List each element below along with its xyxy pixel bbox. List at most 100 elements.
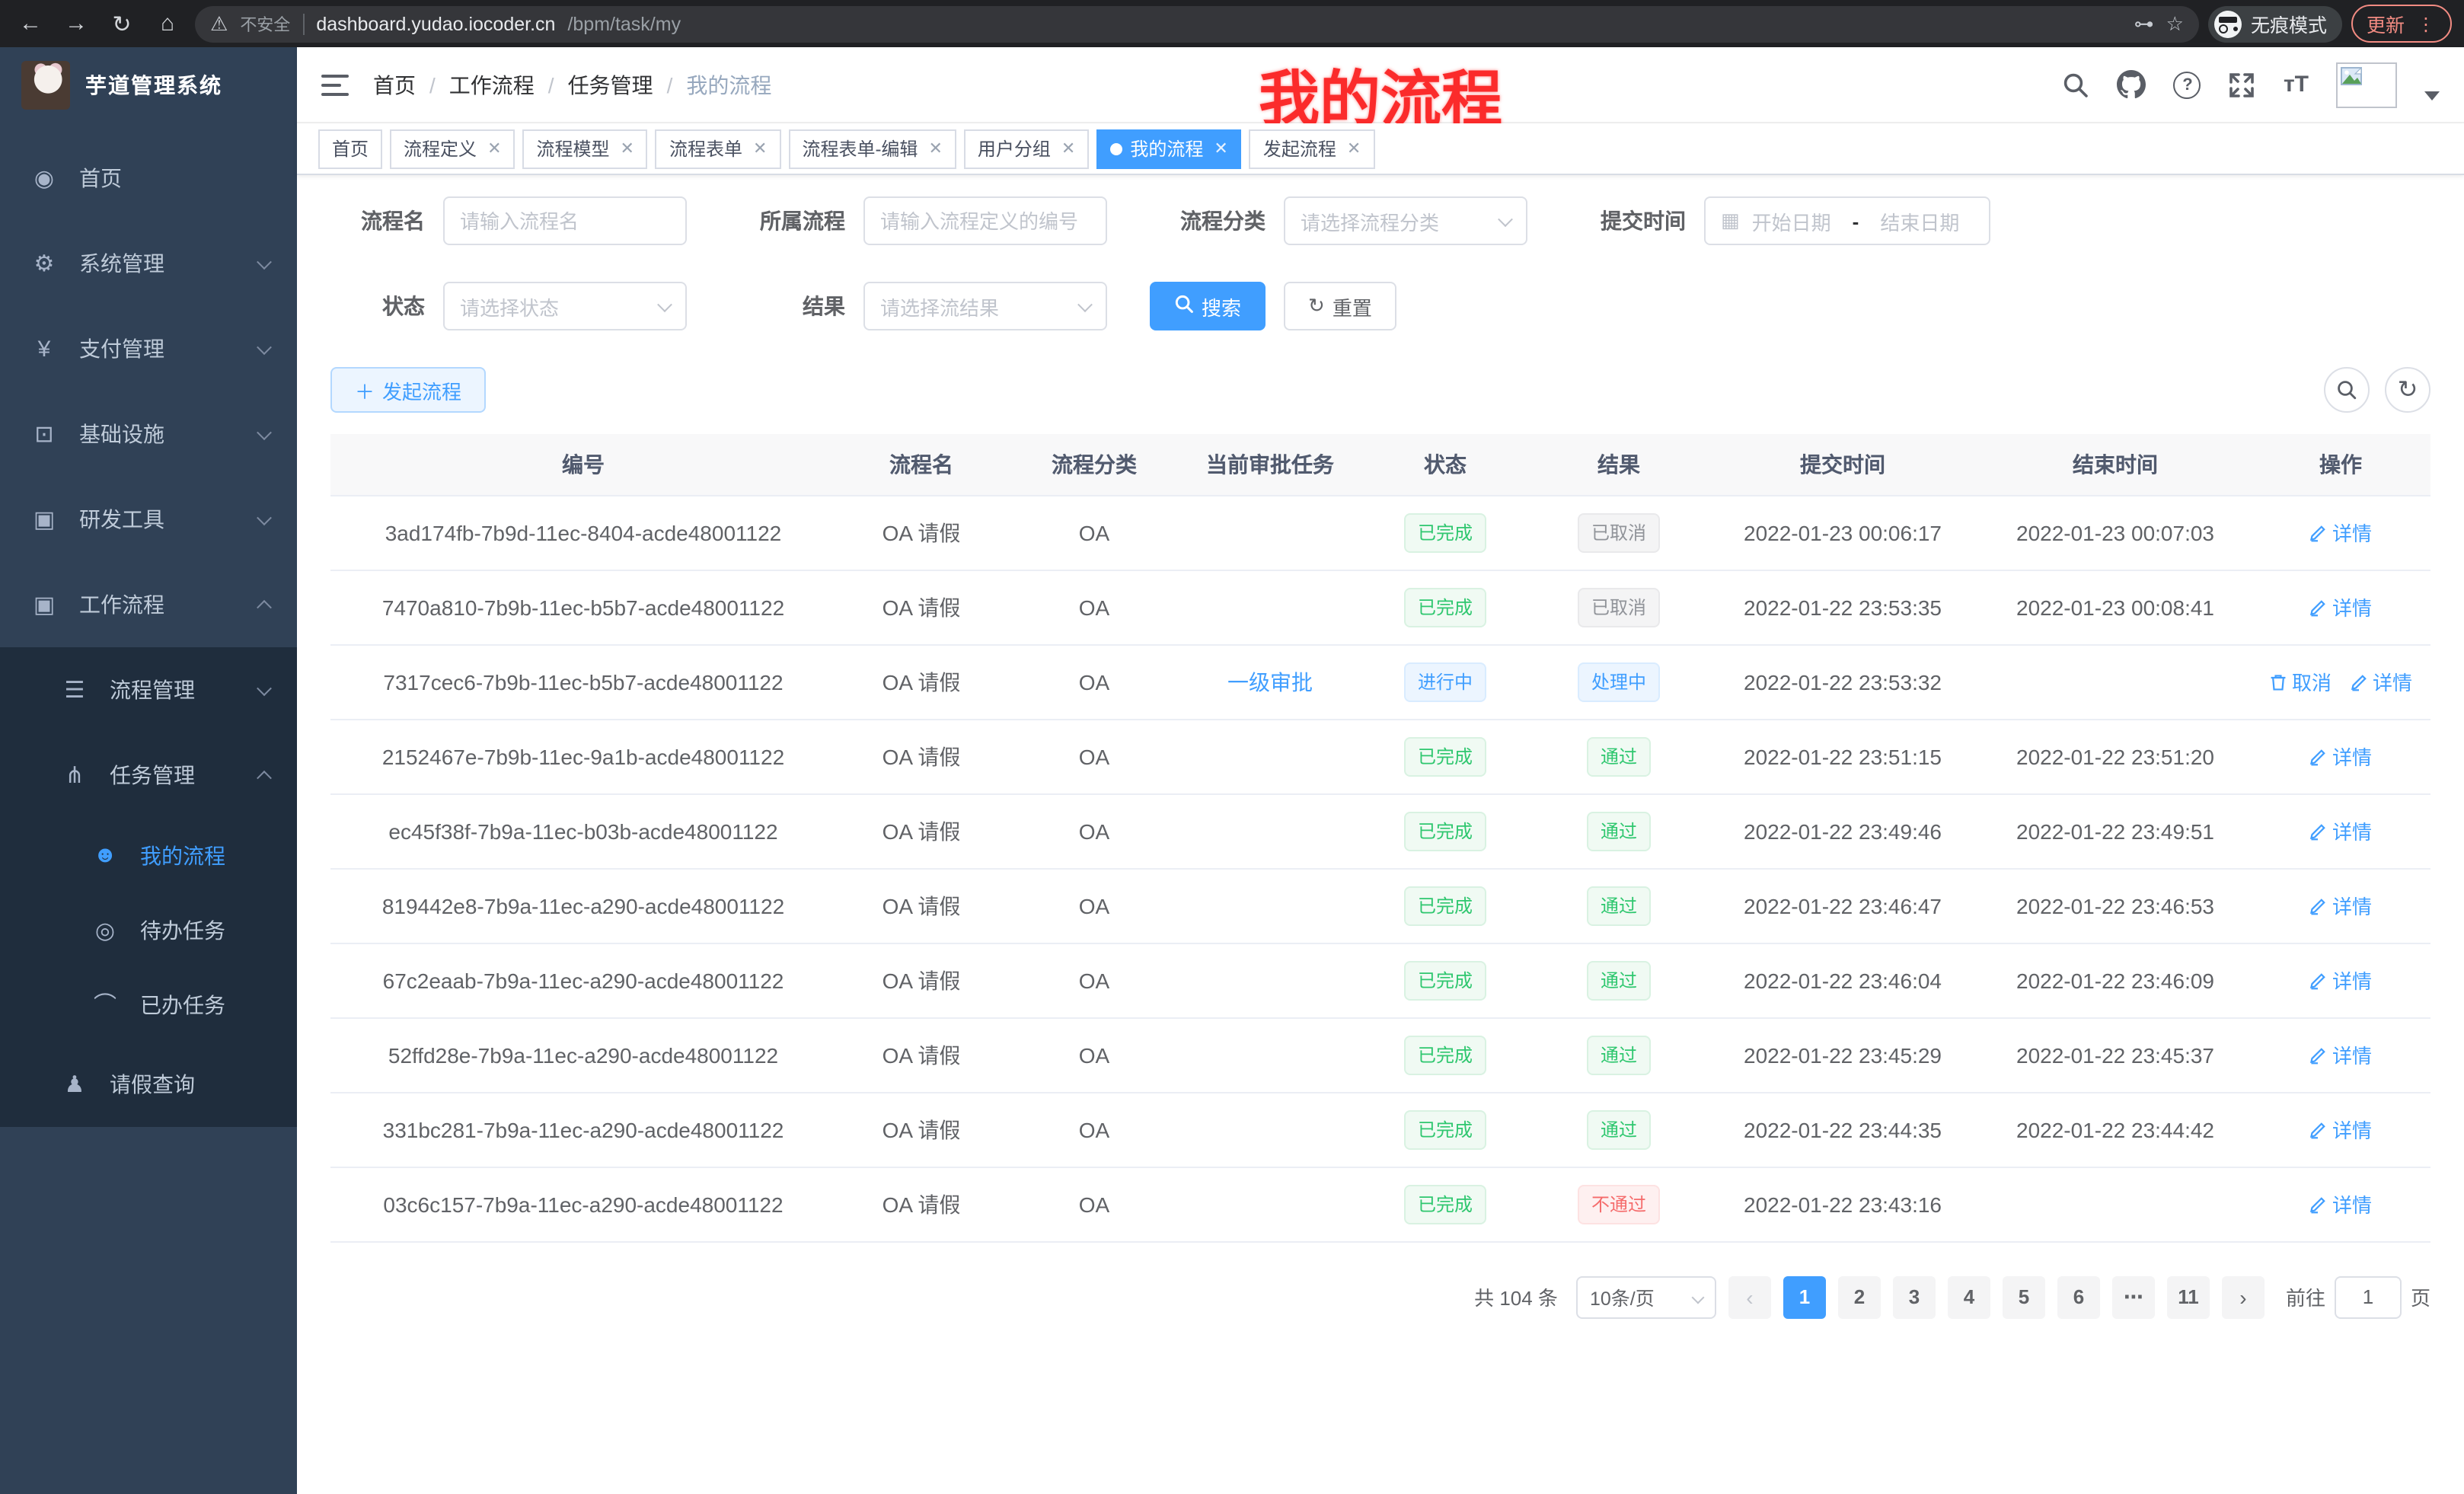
name-input[interactable] [460,209,670,232]
chevron-down-icon [1691,1291,1704,1304]
more-pages-button[interactable]: ⋯ [2112,1275,2155,1318]
tab-5[interactable]: 用户分组 ✕ [964,129,1089,168]
home-icon[interactable]: ⌂ [149,5,186,42]
prev-page-button[interactable]: ‹ [1728,1275,1771,1318]
breadcrumb-task[interactable]: 任务管理 [568,69,653,100]
browser-menu-icon[interactable]: ⋮ [2417,13,2437,34]
detail-link[interactable]: 详情 [2309,742,2372,771]
tab-6[interactable]: 我的流程✕ [1096,129,1241,168]
avatar[interactable] [2336,62,2397,107]
page-button-6[interactable]: 6 [2057,1275,2100,1318]
back-icon[interactable]: ← [12,5,49,42]
row-status: 进行中 [1358,644,1532,719]
sidebar-item-2[interactable]: ¥支付管理 [0,306,297,391]
date-range-picker[interactable]: ▦ 开始日期 - 结束日期 [1704,196,1990,245]
sidebar-item-10[interactable]: ⌒已办任务 [0,967,297,1042]
github-icon[interactable] [2118,70,2146,99]
row-process-name: OA 请假 [836,1017,1007,1092]
password-key-icon[interactable]: ⊶ [2134,11,2154,36]
sidebar-logo[interactable]: 芋道管理系统 [0,47,297,123]
tab-label: 用户分组 [978,136,1051,161]
detail-link[interactable]: 详情 [2309,1040,2372,1069]
row-current-task [1182,1167,1358,1241]
date-end-placeholder[interactable]: 结束日期 [1880,206,1959,235]
page-button-1[interactable]: 1 [1783,1275,1826,1318]
detail-link[interactable]: 详情 [2309,592,2372,621]
close-icon[interactable]: ✕ [1347,139,1361,158]
sidebar-item-4[interactable]: ▣研发工具 [0,477,297,562]
search-icon[interactable] [2063,71,2090,98]
row-submit-time: 2022-01-22 23:53:32 [1706,644,1980,719]
font-size-icon[interactable]: ᴛT [2284,72,2309,97]
page-button-4[interactable]: 4 [1948,1275,1990,1318]
reset-button[interactable]: ↻ 重置 [1284,282,1396,330]
reload-icon[interactable]: ↻ [104,5,140,42]
tab-4[interactable]: 流程表单-编辑✕ [788,129,956,168]
tab-2[interactable]: 流程模型✕ [523,129,648,168]
category-select[interactable]: 请选择流程分类 [1284,196,1527,245]
tab-1[interactable]: 流程定义✕ [390,129,515,168]
url-host: dashboard.yudao.iocoder.cn [316,13,555,34]
sidebar-item-5[interactable]: ▣工作流程 [0,562,297,647]
detail-link[interactable]: 详情 [2309,891,2372,920]
task-link[interactable]: 一级审批 [1227,669,1313,694]
detail-link[interactable]: 详情 [2350,667,2412,696]
result-badge: 通过 [1587,1109,1651,1149]
calendar-icon: ▦ [1721,209,1740,233]
detail-link[interactable]: 详情 [2309,518,2372,547]
sidebar-item-8[interactable]: ☻我的流程 [0,818,297,892]
update-button[interactable]: 更新 ⋮ [2351,5,2452,43]
page-button-2[interactable]: 2 [1838,1275,1881,1318]
page-button-3[interactable]: 3 [1893,1275,1936,1318]
sidebar-item-6[interactable]: ☰流程管理 [0,647,297,733]
detail-link[interactable]: 详情 [2309,1115,2372,1144]
page-button-5[interactable]: 5 [2003,1275,2045,1318]
sidebar-item-7[interactable]: ⋔任务管理 [0,733,297,818]
close-icon[interactable]: ✕ [1061,139,1075,158]
next-page-button[interactable]: › [2222,1275,2265,1318]
bookmark-star-icon[interactable]: ☆ [2166,11,2184,36]
definition-input[interactable] [880,209,1090,232]
browser-toolbar: ← → ↻ ⌂ ⚠ 不安全 dashboard.yudao.iocoder.cn… [0,0,2464,47]
fullscreen-icon[interactable] [2229,71,2256,98]
sidebar-item-0[interactable]: ◉首页 [0,136,297,221]
close-icon[interactable]: ✕ [753,139,767,158]
result-select[interactable]: 请选择流结果 [863,282,1107,330]
sidebar-item-11[interactable]: ♟请假查询 [0,1042,297,1127]
close-icon[interactable]: ✕ [928,139,942,158]
close-icon[interactable]: ✕ [1214,139,1227,158]
sidebar-item-9[interactable]: ◎待办任务 [0,892,297,967]
create-process-button[interactable]: ＋ 发起流程 [330,367,486,413]
sidebar-item-label: 研发工具 [79,504,238,535]
cancel-link[interactable]: 取消 [2269,667,2332,696]
avatar-caret-icon[interactable] [2424,91,2440,100]
detail-link[interactable]: 详情 [2309,1189,2372,1218]
sidebar-item-1[interactable]: ⚙系统管理 [0,221,297,306]
breadcrumb-home[interactable]: 首页 [373,69,416,100]
address-bar[interactable]: ⚠ 不安全 dashboard.yudao.iocoder.cn/bpm/tas… [195,5,2199,42]
show-search-button[interactable] [2324,367,2370,413]
date-start-placeholder[interactable]: 开始日期 [1752,206,1831,235]
status-badge: 已完成 [1404,587,1486,627]
jump-page-input[interactable]: 1 [2335,1275,2402,1318]
refresh-table-button[interactable]: ↻ [2385,367,2430,413]
search-button[interactable]: 搜索 [1150,282,1266,330]
sidebar-toggle-icon[interactable] [321,74,349,95]
detail-link[interactable]: 详情 [2309,966,2372,994]
sidebar-item-3[interactable]: ⊡基础设施 [0,391,297,477]
forward-icon[interactable]: → [58,5,94,42]
tab-3[interactable]: 流程表单✕ [656,129,780,168]
page-button-11[interactable]: 11 [2167,1275,2210,1318]
page-size-select[interactable]: 10条/页 [1576,1275,1716,1318]
breadcrumb-workflow[interactable]: 工作流程 [449,69,535,100]
tab-7[interactable]: 发起流程✕ [1250,129,1374,168]
close-icon[interactable]: ✕ [621,139,634,158]
detail-link[interactable]: 详情 [2309,816,2372,845]
sidebar-item-label: 首页 [79,163,270,193]
col-current-task: 当前审批任务 [1182,434,1358,495]
tab-0[interactable]: 首页 [318,129,382,168]
status-select[interactable]: 请选择状态 [443,282,687,330]
security-chip[interactable]: 不安全 [240,11,290,36]
help-icon[interactable]: ? [2174,71,2201,98]
close-icon[interactable]: ✕ [487,139,501,158]
